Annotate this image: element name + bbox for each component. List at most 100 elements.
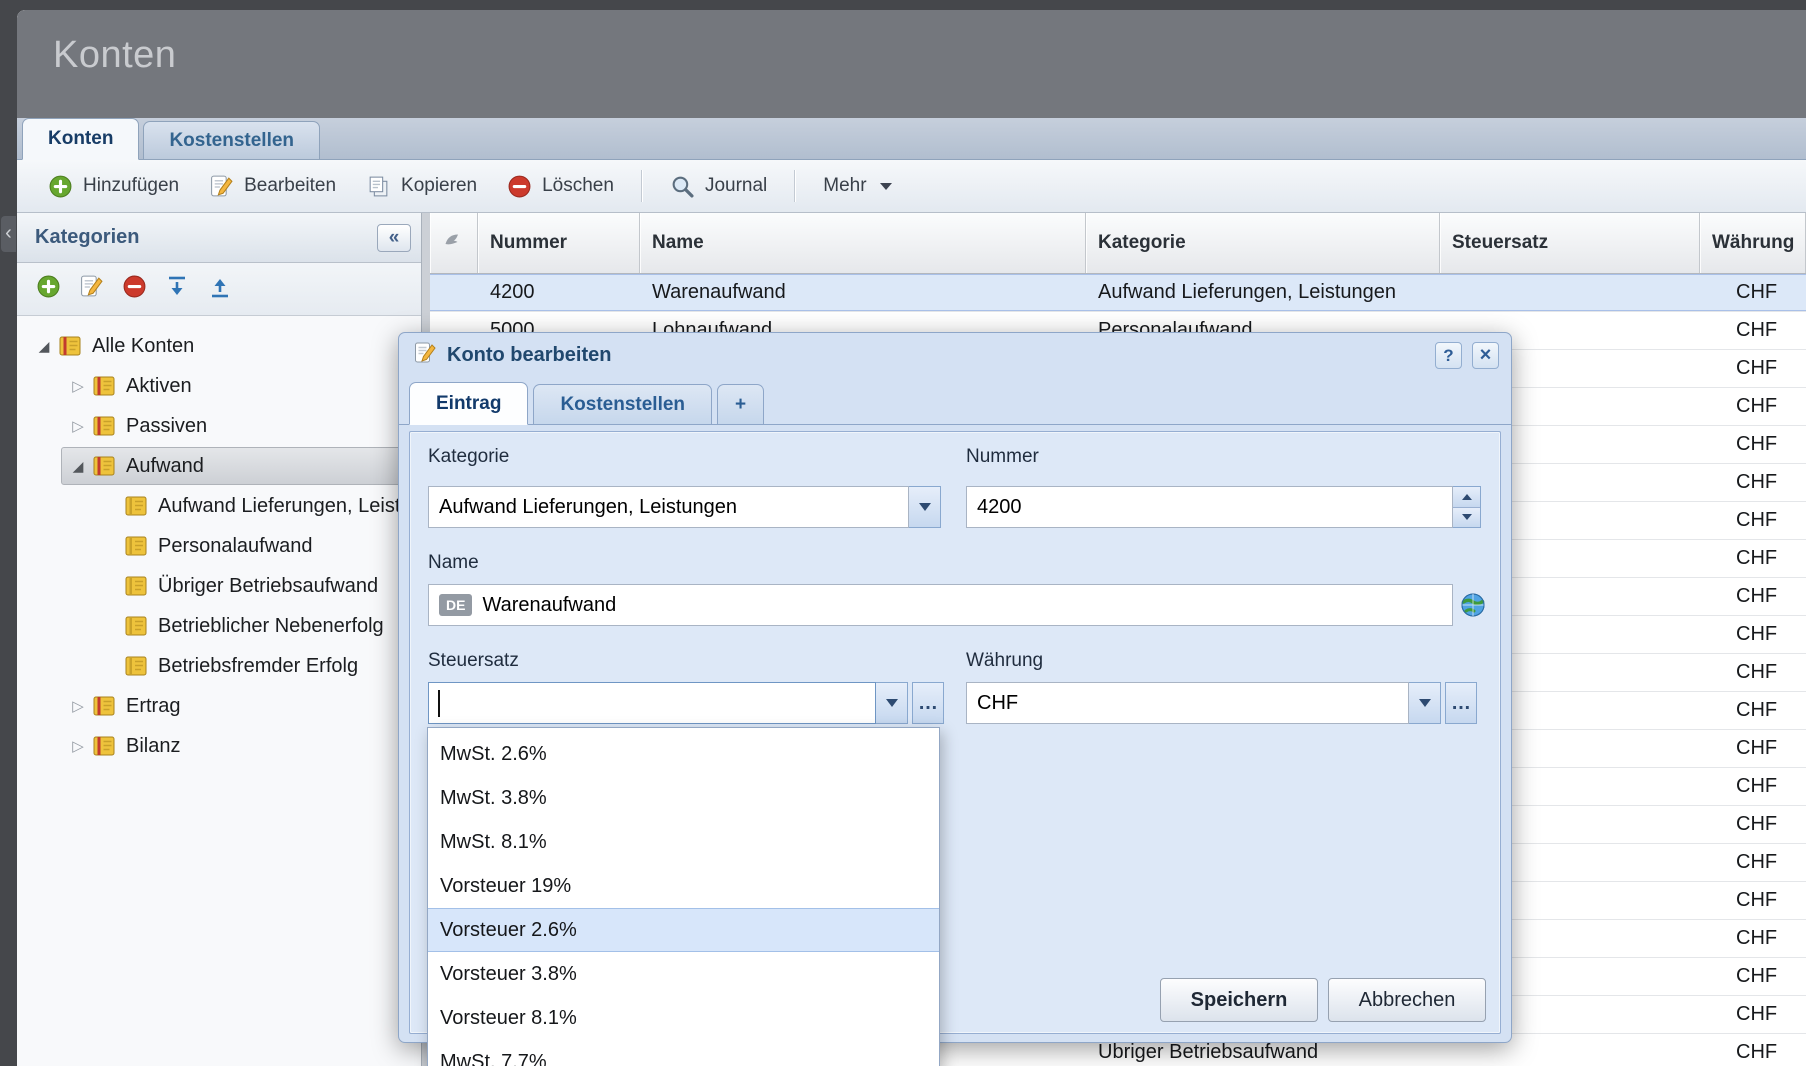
mehr-button[interactable]: Mehr (810, 166, 904, 206)
l-schen-label: Löschen (542, 175, 614, 197)
dialog-header[interactable]: Konto bearbeiten ? × (399, 333, 1511, 377)
cell-waehrung: CHF (1700, 616, 1806, 653)
remove-category-button[interactable] (119, 274, 149, 304)
dropdown-option-vorsteuer-19[interactable]: Vorsteuer 19% (428, 864, 939, 908)
tree-item-passiven[interactable]: ▷Passiven (17, 406, 421, 446)
hinzuf-gen-button[interactable]: Hinzufügen (35, 166, 192, 206)
categories-panel: Kategorien « ◢Alle Konten▷Aktiven▷Passiv… (17, 213, 422, 1066)
collapse-node-icon[interactable]: ◢ (31, 338, 57, 355)
dropdown-option-mwst-3-8[interactable]: MwSt. 3.8% (428, 776, 939, 820)
steuersatz-combobox[interactable]: … (428, 682, 944, 724)
tree-item-personalaufwand[interactable]: Personalaufwand (17, 526, 421, 566)
ledger-icon (91, 415, 117, 437)
help-button[interactable]: ? (1435, 342, 1462, 369)
journal-icon (670, 174, 695, 199)
expand-node-icon[interactable]: ▷ (65, 737, 91, 755)
tree-item-label: Aufwand Lieferungen, Leistungen (158, 495, 421, 518)
collapse-panel-button[interactable]: « (377, 224, 411, 252)
tree-item-briger-betriebsaufwand[interactable]: Übriger Betriebsaufwand (17, 566, 421, 606)
l-schen-button[interactable]: Löschen (494, 166, 627, 206)
journal-button[interactable]: Journal (657, 166, 780, 206)
mehr-label: Mehr (823, 175, 866, 197)
cell-waehrung: CHF (1700, 958, 1806, 995)
cell-waehrung: CHF (1700, 920, 1806, 957)
expand-node-icon[interactable]: ▷ (65, 377, 91, 395)
tab-kostenstellen[interactable]: Kostenstellen (143, 121, 320, 159)
dropdown-option-vorsteuer-8-1[interactable]: Vorsteuer 8.1% (428, 996, 939, 1040)
dropdown-option-vorsteuer-3-8[interactable]: Vorsteuer 3.8% (428, 952, 939, 996)
main-toolbar: HinzufügenBearbeitenKopieren Löschen Journ… (17, 160, 1806, 213)
column-header-name[interactable]: Name (640, 213, 1086, 273)
dropdown-option-mwst-8-1[interactable]: MwSt. 8.1% (428, 820, 939, 864)
tree-item-betriebsfremder-erfolg[interactable]: Betriebsfremder Erfolg (17, 646, 421, 686)
kategorie-combobox[interactable]: Aufwand Lieferungen, Leistungen (428, 486, 941, 528)
column-header-steuersatz[interactable]: Steuersatz (1440, 213, 1700, 273)
expand-node-icon[interactable]: ▷ (65, 417, 91, 435)
column-header-icon[interactable] (430, 213, 478, 273)
tree-item-alle-konten[interactable]: ◢Alle Konten (17, 326, 421, 366)
table-row[interactable]: 4200WarenaufwandAufwand Lieferungen, Lei… (430, 274, 1806, 312)
kategorie-input[interactable]: Aufwand Lieferungen, Leistungen (428, 486, 909, 528)
chevron-down-icon (880, 183, 892, 190)
steuersatz-input[interactable] (428, 682, 876, 724)
spin-up-button[interactable] (1453, 487, 1480, 507)
tab-konten[interactable]: Konten (22, 118, 139, 160)
bearbeiten-button[interactable]: Bearbeiten (196, 166, 349, 206)
chevron-up-icon (1462, 494, 1472, 500)
tree-item-aufwand[interactable]: ◢Aufwand (17, 446, 421, 486)
dialog-tab-eintrag[interactable]: Eintrag (409, 382, 528, 425)
tree-item-aktiven[interactable]: ▷Aktiven (17, 366, 421, 406)
cell-waehrung: CHF (1700, 578, 1806, 615)
nummer-input[interactable]: 4200 (966, 486, 1453, 528)
page-title: Konten (17, 10, 1806, 77)
dropdown-option-mwst-7-7[interactable]: MwSt. 7.7% (428, 1040, 939, 1066)
kategorie-dropdown-trigger[interactable] (909, 486, 941, 528)
nummer-spinner-field[interactable]: 4200 (966, 486, 1481, 528)
tree-item-betrieblicher-nebenerfolg[interactable]: Betrieblicher Nebenerfolg (17, 606, 421, 646)
add-tab-button[interactable]: + (717, 384, 764, 424)
categories-toolbar (17, 263, 421, 316)
expand-all-icon (164, 274, 190, 305)
abbrechen-button[interactable]: Abbrechen (1328, 978, 1486, 1022)
column-header-nummer[interactable]: Nummer (478, 213, 640, 273)
expand-all-button[interactable] (162, 274, 192, 304)
speichern-button[interactable]: Speichern (1160, 978, 1318, 1022)
add-category-button[interactable] (33, 274, 63, 304)
waehrung-more-button[interactable]: … (1445, 682, 1477, 724)
grid-header: NummerNameKategorieSteuersatzWährung (430, 213, 1806, 274)
tree-item-label: Ertrag (126, 695, 180, 718)
globe-icon[interactable] (1460, 592, 1486, 618)
tree-item-bilanz[interactable]: ▷Bilanz (17, 726, 421, 766)
tree-item-ertrag[interactable]: ▷ Ertrag (17, 686, 421, 726)
column-header-w-hrung[interactable]: Währung (1700, 213, 1806, 273)
dropdown-option-mwst-2-6[interactable]: MwSt. 2.6% (428, 732, 939, 776)
kategorie-value: Aufwand Lieferungen, Leistungen (439, 496, 737, 519)
spin-down-button[interactable] (1453, 507, 1480, 528)
dialog-tab-kostenstellen[interactable]: Kostenstellen (533, 384, 712, 424)
collapse-all-button[interactable] (205, 274, 235, 304)
collapsed-panel-strip: ‹ (0, 0, 17, 1066)
expand-left-panel-button[interactable]: ‹ (1, 216, 16, 252)
name-input[interactable]: DE Warenaufwand (428, 584, 1453, 626)
steuersatz-dropdown-trigger[interactable] (876, 682, 908, 724)
close-button[interactable]: × (1472, 342, 1499, 369)
edit-category-button[interactable] (76, 274, 106, 304)
ledger-icon (123, 535, 149, 557)
name-field[interactable]: DE Warenaufwand (428, 584, 1453, 626)
waehrung-combobox[interactable]: CHF … (966, 682, 1477, 724)
column-header-kategorie[interactable]: Kategorie (1086, 213, 1440, 273)
nummer-label: Nummer (966, 446, 1039, 468)
categories-title: Kategorien (35, 226, 377, 249)
kopieren-button[interactable]: Kopieren (353, 166, 490, 206)
expand-node-icon[interactable]: ▷ (65, 697, 91, 715)
tree-item-aufwand-lieferungen-leistungen[interactable]: Aufwand Lieferungen, Leistungen (17, 486, 421, 526)
dialog-tabstrip: EintragKostenstellen+ (399, 377, 1511, 425)
steuersatz-more-button[interactable]: … (912, 682, 944, 724)
collapse-node-icon[interactable]: ◢ (65, 458, 91, 475)
waehrung-input[interactable]: CHF (966, 682, 1409, 724)
cell-name: Warenaufwand (640, 274, 1086, 311)
cell-waehrung: CHF (1700, 350, 1806, 387)
nummer-value: 4200 (977, 496, 1022, 519)
waehrung-dropdown-trigger[interactable] (1409, 682, 1441, 724)
dropdown-option-vorsteuer-2-6[interactable]: Vorsteuer 2.6% (428, 908, 939, 952)
